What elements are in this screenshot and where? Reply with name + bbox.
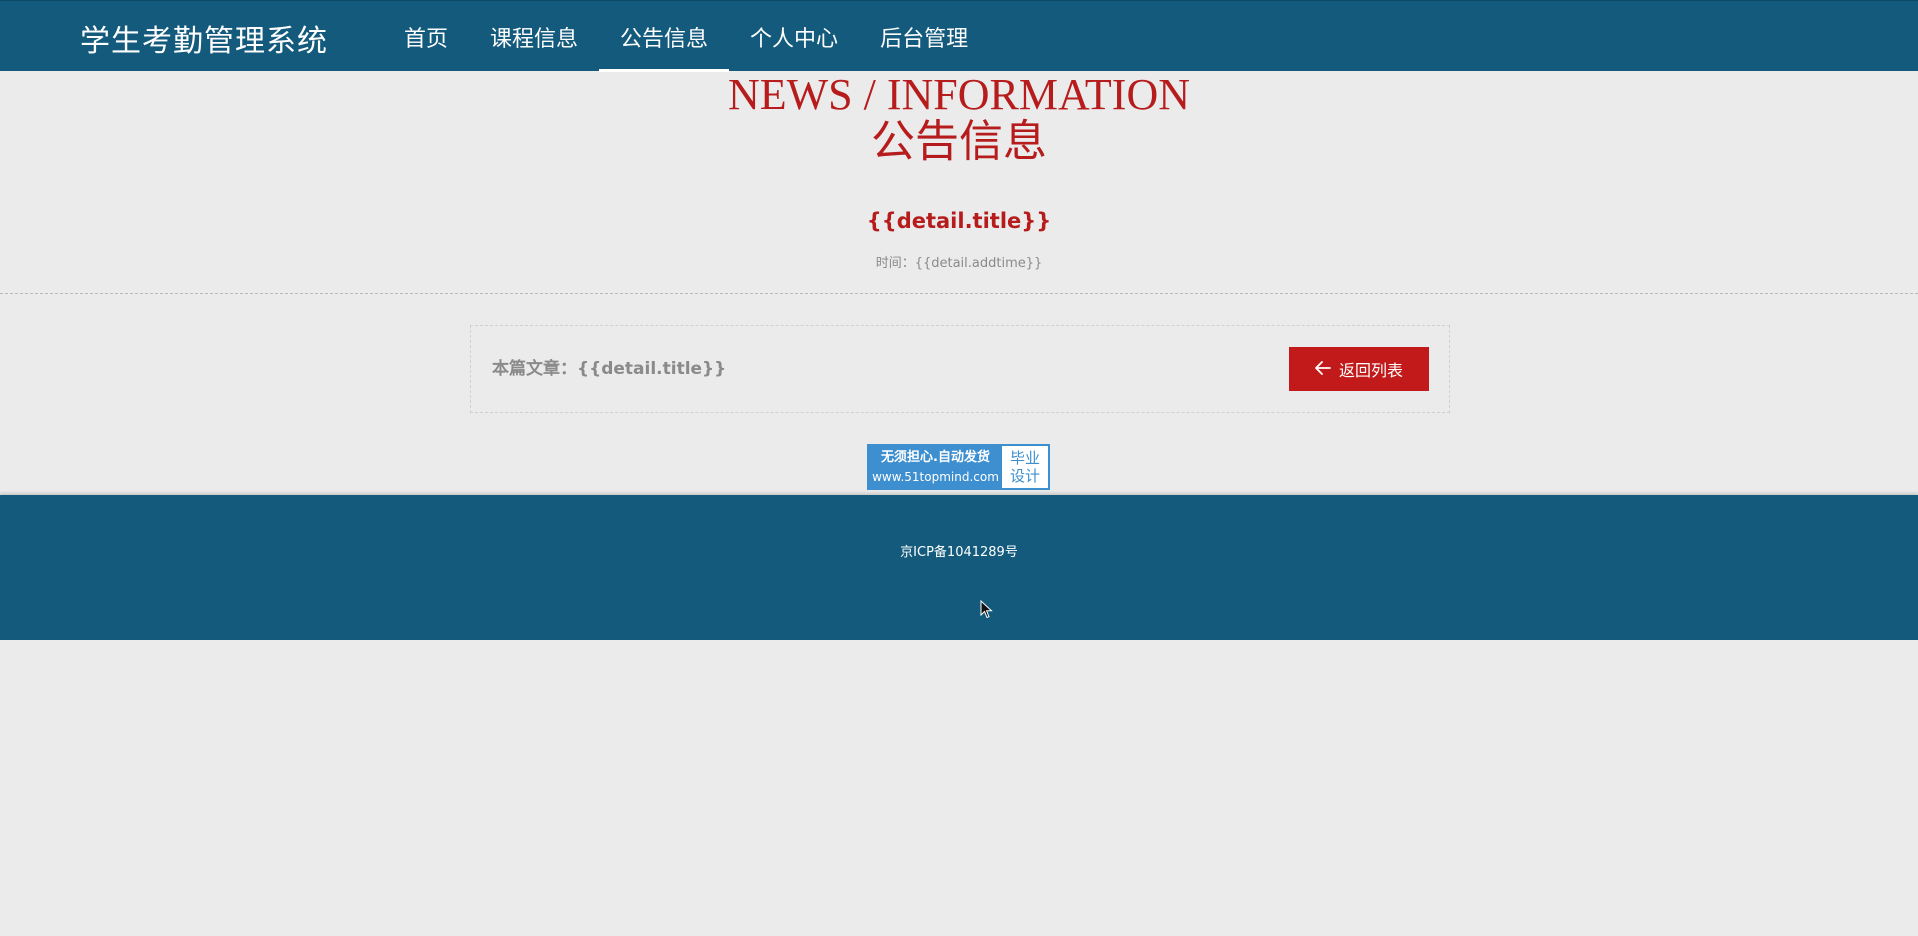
back-to-list-button[interactable]: 返回列表 [1289,347,1429,391]
article-info-box: 本篇文章：{{detail.title}} 返回列表 [470,325,1450,413]
nav-item-courses[interactable]: 课程信息 [469,1,599,72]
ad-right-line1: 毕业 [1009,449,1040,467]
back-button-label: 返回列表 [1338,363,1403,380]
nav-item-label: 个人中心 [750,26,839,52]
ad-right-panel: 毕业 设计 [1002,446,1048,488]
icp-record[interactable]: 京ICP备1041289号 [0,543,1918,563]
arrow-left-icon [1315,360,1331,378]
nav-item-label: 课程信息 [490,26,579,52]
ad-line2: www.51topmind.com [872,470,999,484]
nav-item-label: 后台管理 [880,26,969,52]
ad-left-panel: 无须担心.自动发货 www.51topmind.com [869,446,1002,488]
nav-item-label: 公告信息 [620,26,709,52]
main-nav: 首页 课程信息 公告信息 个人中心 后台管理 [383,1,989,72]
nav-item-home[interactable]: 首页 [383,1,469,72]
footer: 京ICP备1041289号 [0,495,1918,640]
top-navbar: 学生考勤管理系统 首页 课程信息 公告信息 个人中心 后台管理 [0,0,1918,72]
section-heading-cn: 公告信息 [871,116,1047,167]
ad-right-line2: 设计 [1009,467,1040,485]
nav-item-label: 首页 [404,26,449,52]
nav-item-admin[interactable]: 后台管理 [859,1,989,72]
section-heading-en: NEWS / INFORMATION [728,70,1190,119]
nav-item-announcements[interactable]: 公告信息 [599,1,730,72]
ad-badge[interactable]: 无须担心.自动发货 www.51topmind.com 毕业 设计 [867,444,1050,490]
dashed-divider [0,293,1918,294]
ad-line1: 无须担心.自动发货 [881,450,990,465]
mouse-cursor-icon [980,600,993,619]
article-time: 时间：{{detail.addtime}} [875,256,1043,271]
current-article-label: 本篇文章：{{detail.title}} [492,359,727,379]
article-title: {{detail.title}} [866,209,1052,233]
site-logo[interactable]: 学生考勤管理系统 [80,16,328,60]
nav-item-profile[interactable]: 个人中心 [729,1,859,72]
